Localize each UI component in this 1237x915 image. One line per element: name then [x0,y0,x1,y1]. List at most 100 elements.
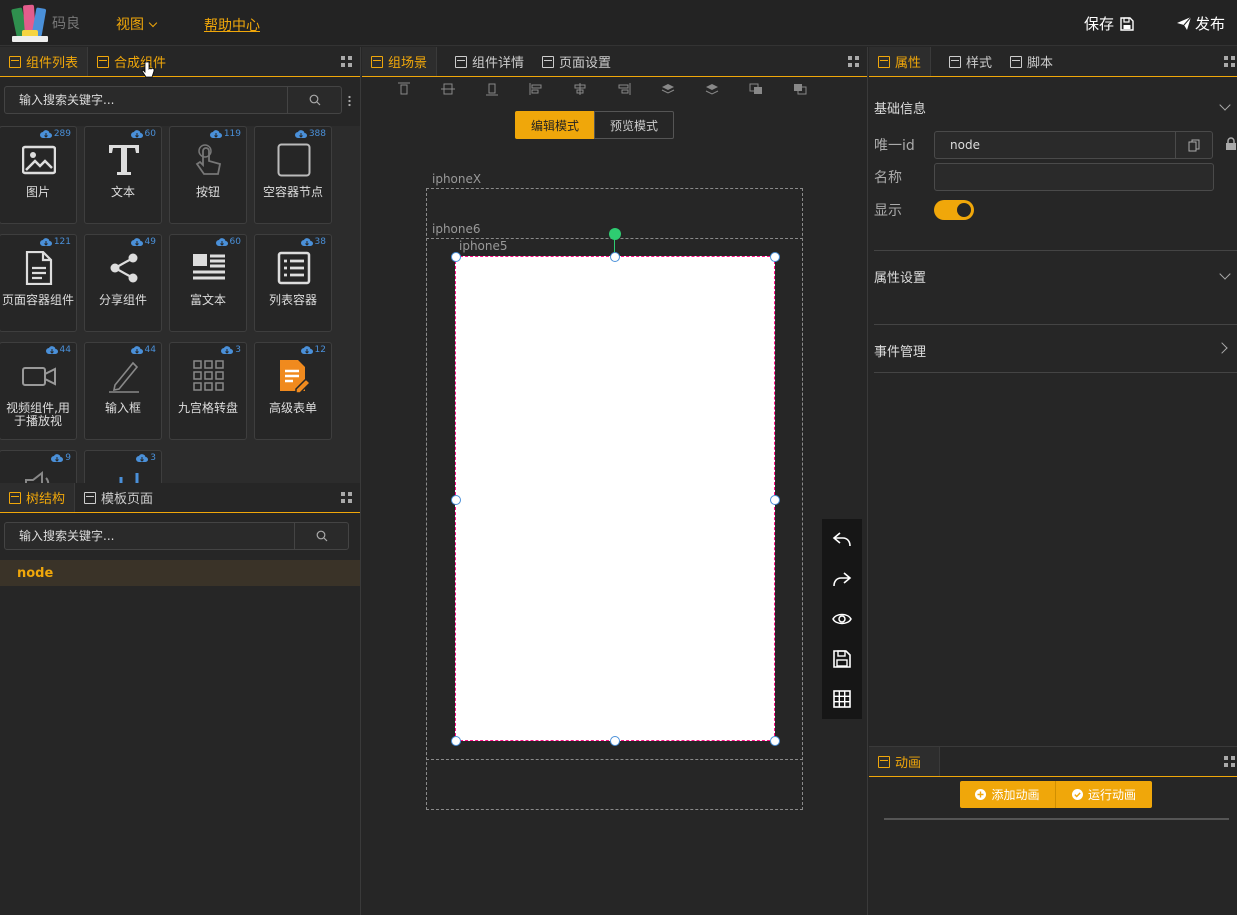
resize-handle-bc[interactable] [610,736,620,746]
align-toolbar [396,82,836,96]
component-card[interactable]: 3 [84,450,162,483]
download-count-badge: 3 [136,453,156,463]
tree-search-input[interactable] [5,523,294,549]
align-top-icon[interactable] [396,82,412,96]
resize-handle-tl[interactable] [451,252,461,262]
download-count-badge: 49 [130,237,156,247]
align-vcenter-icon[interactable] [440,82,456,96]
video-icon [22,359,56,393]
send-back-icon[interactable] [792,82,808,96]
search-button[interactable] [287,87,341,113]
resize-handle-tc[interactable] [610,252,620,262]
tab-script[interactable]: 脚本 [1001,47,1062,76]
send-icon [1176,16,1192,31]
layer-up-icon[interactable] [660,82,676,96]
component-label: 列表容器 [268,293,317,307]
id-field: node [934,131,1213,159]
resize-handle-mr[interactable] [770,495,780,505]
name-input[interactable] [934,163,1214,191]
divider [874,250,1237,251]
resize-handle-bl[interactable] [451,736,461,746]
scene-tabbar: 组场景 组件详情 页面设置 [362,47,867,77]
resize-handle-tr[interactable] [770,252,780,262]
view-menu[interactable]: 视图 [116,14,158,34]
panel-grid-icon[interactable] [1224,56,1235,67]
grid-toggle-button[interactable] [822,679,862,719]
align-hcenter-icon[interactable] [572,82,588,96]
tab-properties[interactable]: 属性 [869,47,932,76]
component-card[interactable]: 60 文本 [84,126,162,224]
component-card[interactable]: 12 高级表单 [254,342,332,440]
resize-handle-ml[interactable] [451,495,461,505]
bring-front-icon[interactable] [748,82,764,96]
tab-composite-components[interactable]: 合成组件 [88,47,175,76]
search-icon [316,530,327,542]
tab-animation[interactable]: 动画 [869,747,941,776]
copy-button[interactable] [1175,132,1212,158]
component-card[interactable]: 9 [0,450,77,483]
lock-icon[interactable] [1225,137,1237,151]
cloud-download-icon [130,345,143,354]
more-vertical-icon[interactable] [348,95,351,107]
tab-component-list[interactable]: 组件列表 [0,47,89,76]
tab-tree[interactable]: 树结构 [0,483,76,512]
cloud-download-icon [45,345,58,354]
component-card[interactable]: 49 分享组件 [84,234,162,332]
attr-settings-header[interactable]: 属性设置 [874,267,926,286]
component-card[interactable]: 38 列表容器 [254,234,332,332]
component-card[interactable]: 44 视频组件,用于播放视 [0,342,77,440]
align-right-icon[interactable] [616,82,632,96]
tab-page-settings[interactable]: 页面设置 [533,47,620,76]
component-label: 输入框 [104,401,141,415]
page-canvas[interactable] [455,256,775,741]
edit-mode-button[interactable]: 编辑模式 [515,111,595,139]
preview-mode-button[interactable]: 预览模式 [594,111,674,139]
component-card[interactable]: 60 富文本 [169,234,247,332]
search-button[interactable] [294,523,348,549]
component-grid: 289 图片 60 文本 119 按钮 388 空容器节点 121 页面容器组件 49 分享组件 60 富… [0,126,360,483]
chevron-right-icon[interactable] [1216,342,1228,354]
tree-node[interactable]: node [0,560,360,586]
panel-grid-icon[interactable] [341,56,352,67]
tab-templates[interactable]: 模板页面 [75,483,162,512]
resize-handle-br[interactable] [770,736,780,746]
download-count: 119 [223,129,241,139]
panel-grid-icon[interactable] [341,492,352,503]
rotate-handle[interactable] [609,228,621,240]
align-left-icon[interactable] [528,82,544,96]
add-animation-button[interactable]: 添加动画 [960,781,1056,808]
component-card[interactable]: 289 图片 [0,126,77,224]
grid-icon [833,690,851,708]
panel-grid-icon[interactable] [1224,756,1235,767]
component-card[interactable]: 121 页面容器组件 [0,234,77,332]
basic-info-header[interactable]: 基础信息 [874,98,926,117]
tree-tabbar: 树结构 模板页面 [0,483,360,513]
component-search-input[interactable] [5,87,287,113]
app-logo-icon[interactable] [10,2,50,44]
panel-grid-icon[interactable] [848,56,859,67]
event-mgmt-header[interactable]: 事件管理 [874,341,926,360]
component-card[interactable]: 388 空容器节点 [254,126,332,224]
tab-component-details[interactable]: 组件详情 [437,47,533,76]
save-button[interactable]: 保存 [1084,13,1134,34]
redo-button[interactable] [822,559,862,599]
tab-styles[interactable]: 样式 [931,47,1001,76]
component-panel: 组件列表 合成组件 289 图片 60 文本 119 按钮 388 空容器节点 121 页面容器组… [0,47,361,483]
help-center-link[interactable]: 帮助中心 [204,15,260,35]
component-card[interactable]: 119 按钮 [169,126,247,224]
tab-scene[interactable]: 组场景 [362,47,438,76]
chevron-down-icon[interactable] [1219,99,1231,111]
align-bottom-icon[interactable] [484,82,500,96]
component-card[interactable]: 44 输入框 [84,342,162,440]
run-animation-button[interactable]: 运行动画 [1056,781,1152,808]
layer-down-icon[interactable] [704,82,720,96]
preview-button[interactable] [822,599,862,639]
save-canvas-button[interactable] [822,639,862,679]
publish-button[interactable]: 发布 [1176,13,1225,34]
undo-button[interactable] [822,519,862,559]
component-card[interactable]: 3 九宫格转盘 [169,342,247,440]
show-toggle[interactable] [934,200,974,220]
chevron-down-icon[interactable] [1219,268,1231,280]
calendar-icon [878,755,890,768]
tab-label: 组场景 [388,56,428,71]
